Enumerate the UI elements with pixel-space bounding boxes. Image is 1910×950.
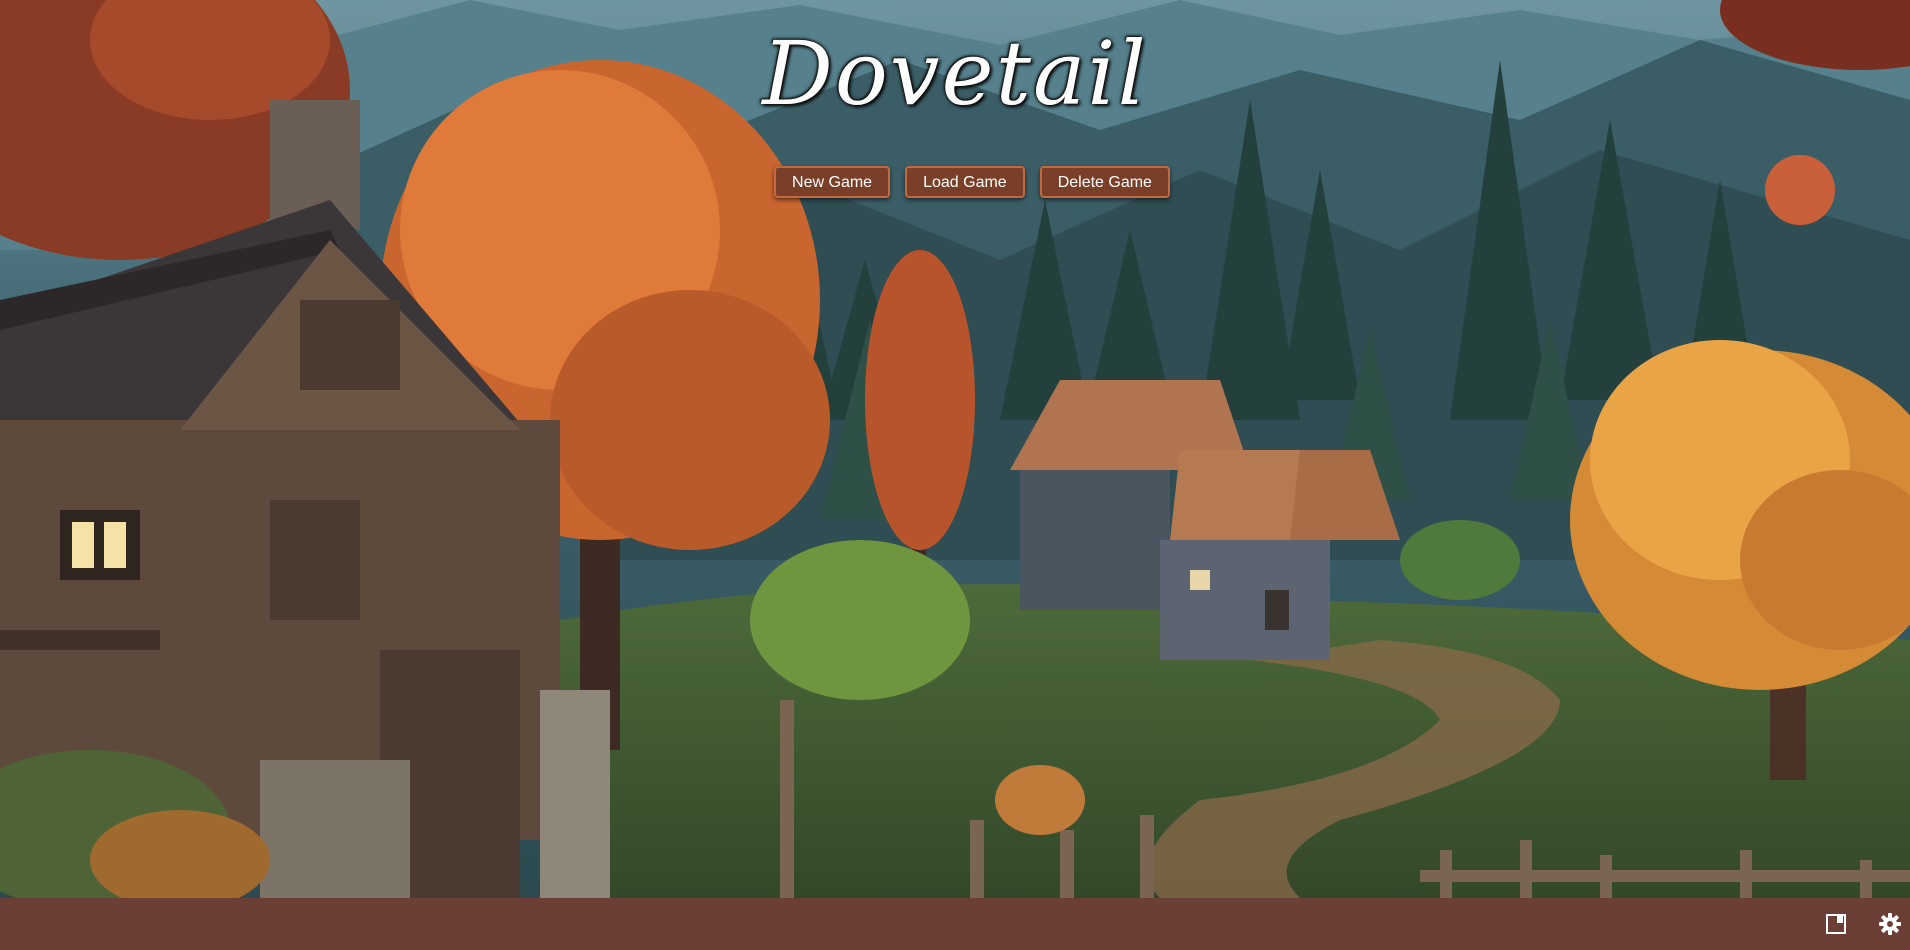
- settings-gear-icon[interactable]: [1864, 898, 1910, 950]
- delete-game-button[interactable]: Delete Game: [1039, 166, 1170, 198]
- bottom-bar: [0, 898, 1910, 950]
- main-menu: New Game Load Game Delete Game: [0, 166, 1910, 198]
- background-illustration: [0, 0, 1910, 898]
- load-game-button[interactable]: Load Game: [905, 166, 1025, 198]
- save-icon[interactable]: [1810, 898, 1862, 950]
- game-title: Dovetail: [762, 22, 1148, 125]
- new-game-button[interactable]: New Game: [774, 166, 891, 198]
